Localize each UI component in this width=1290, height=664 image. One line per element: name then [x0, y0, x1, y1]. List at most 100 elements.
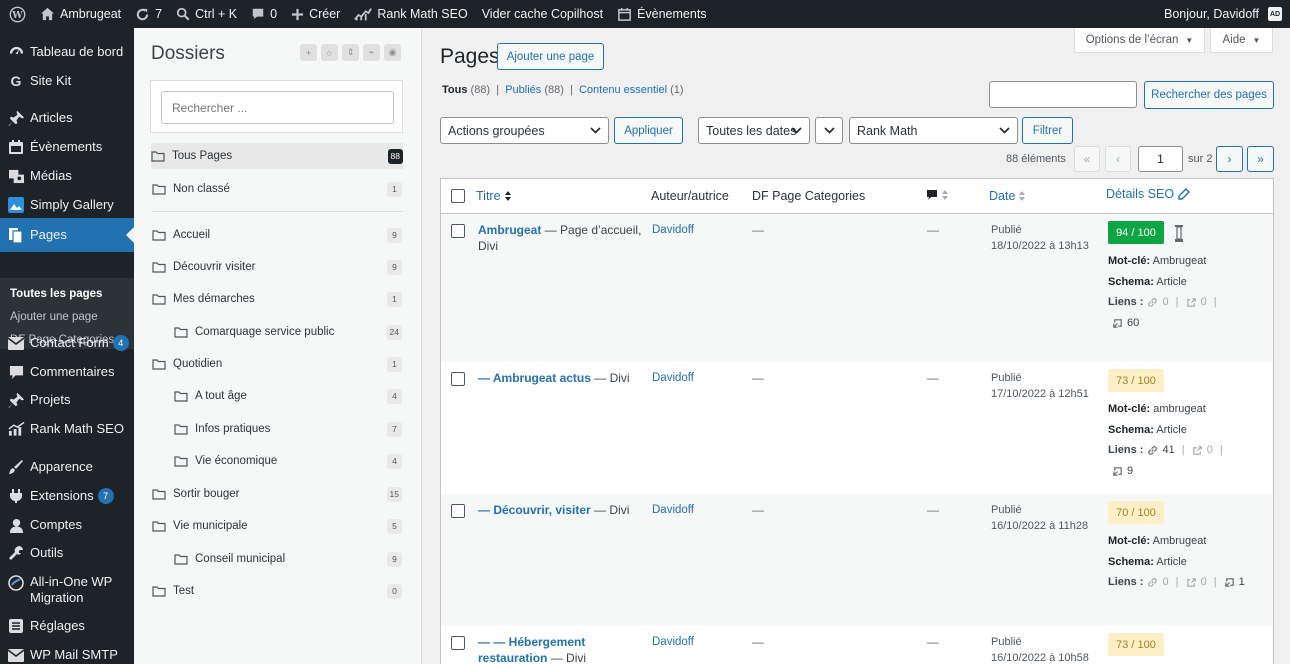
folder-sortir-bouger[interactable]: Sortir bouger 15: [152, 481, 402, 507]
tag-icon[interactable]: ⌁: [363, 44, 380, 61]
menu-item-dashboard[interactable]: Tableau de bord: [0, 43, 134, 61]
menu-item-media[interactable]: Médias: [0, 167, 134, 185]
incoming-link-icon: [1112, 466, 1123, 477]
seo-score-badge[interactable]: 94 / 100: [1108, 221, 1164, 244]
bulk-actions-select[interactable]: Actions groupées: [440, 117, 609, 144]
folder-a-tout-age[interactable]: A tout âge 4: [174, 383, 402, 409]
next-page-button[interactable]: ›: [1216, 146, 1243, 172]
menu-label: Tableau de bord: [30, 44, 124, 59]
folder-all-pages[interactable]: Tous Pages 88: [151, 143, 403, 169]
site-name-link[interactable]: Ambrugeat: [33, 0, 128, 28]
folder-quotidien[interactable]: Quotidien 1: [152, 351, 402, 377]
menu-item-rank-math[interactable]: Rank Math SEO: [0, 420, 134, 438]
row-title-link[interactable]: Ambrugeat: [478, 223, 541, 237]
folders-search-input[interactable]: [161, 91, 394, 124]
menu-item-projects[interactable]: Projets: [0, 391, 134, 409]
row-title-link-line2[interactable]: restauration: [478, 651, 547, 664]
menu-item-pages[interactable]: Pages: [0, 218, 134, 252]
submenu-add-page[interactable]: Ajouter une page: [10, 311, 98, 323]
wordpress-logo[interactable]: W: [0, 0, 33, 28]
column-date[interactable]: Date: [989, 189, 1026, 203]
folder-infos-pratiques[interactable]: Infos pratiques 7: [174, 416, 402, 442]
menu-item-articles[interactable]: Articles: [0, 109, 134, 127]
updates-link[interactable]: 7: [128, 0, 169, 28]
column-comments[interactable]: [926, 189, 948, 201]
filter-essential-count: (1): [670, 84, 684, 96]
row-title-link[interactable]: — Ambrugeat actus: [478, 371, 591, 385]
current-page-input[interactable]: 1: [1138, 146, 1183, 172]
events-link[interactable]: Évènements: [610, 0, 713, 28]
menu-item-events[interactable]: Évènements: [0, 138, 134, 156]
submenu-all-pages[interactable]: Toutes les pages: [10, 288, 102, 300]
search-shortcut[interactable]: Ctrl + K: [169, 0, 244, 28]
folder-vie-economique[interactable]: Vie économique 4: [174, 448, 402, 474]
row-date: Publié 17/10/2022 à 12h51: [991, 370, 1089, 402]
menu-item-settings[interactable]: Réglages: [0, 617, 134, 635]
comments-link[interactable]: 0: [244, 0, 284, 28]
menu-item-tools[interactable]: Outils: [0, 544, 134, 562]
row-checkbox[interactable]: [451, 504, 465, 518]
folder-mes-demarches[interactable]: Mes démarches 1: [152, 286, 402, 312]
dates-select[interactable]: Toutes les dates: [698, 117, 810, 144]
select-all-checkbox[interactable]: [451, 189, 465, 203]
folder-test[interactable]: Test 0: [152, 578, 402, 604]
menu-item-plugins[interactable]: Extensions 7: [0, 487, 134, 505]
site-name: Ambrugeat: [60, 7, 122, 21]
menu-item-comments[interactable]: Commentaires: [0, 363, 134, 381]
sort-icon[interactable]: ⇕: [342, 44, 359, 61]
filter-all[interactable]: Tous: [442, 84, 467, 96]
row-author[interactable]: Davidoff: [652, 634, 694, 650]
row-title-link[interactable]: — Découvrir, visiter: [478, 503, 591, 517]
circle-icon[interactable]: ○: [321, 44, 338, 61]
folder-uncategorized[interactable]: Non classé 1: [152, 176, 402, 202]
folder-conseil-municipal[interactable]: Conseil municipal 9: [174, 546, 402, 572]
folder-decouvrir[interactable]: Découvrir visiter 9: [152, 254, 402, 280]
row-checkbox[interactable]: [451, 224, 465, 238]
menu-item-all-in-one-migration[interactable]: All-in-One WP Migration: [0, 574, 134, 606]
menu-item-users[interactable]: Comptes: [0, 516, 134, 534]
row-title-link[interactable]: — — Hébergement: [478, 635, 585, 649]
menu-item-site-kit[interactable]: G Site Kit: [0, 72, 134, 90]
seo-score-badge[interactable]: 73 / 100: [1108, 369, 1164, 392]
filter-essential[interactable]: Contenu essentiel: [579, 84, 667, 96]
search-pages-button[interactable]: Rechercher des pages: [1144, 81, 1274, 109]
folder-vie-municipale[interactable]: Vie municipale 5: [152, 513, 402, 539]
account-menu[interactable]: Bonjour, Davidoff AD: [1157, 0, 1290, 28]
menu-label: Apparence: [30, 459, 93, 474]
rank-math-select[interactable]: Rank Math: [849, 117, 1018, 144]
help-button[interactable]: Aide ▼: [1210, 28, 1273, 53]
rankmath-link[interactable]: Rank Math SEO: [347, 0, 474, 28]
screen-options-button[interactable]: Options de l’écran ▼: [1074, 28, 1205, 53]
folder-comarquage[interactable]: Comarquage service public 24: [174, 319, 402, 345]
menu-item-contact-form[interactable]: Contact Form 4: [0, 334, 134, 352]
menu-item-appearance[interactable]: Apparence: [0, 458, 134, 476]
apply-button[interactable]: Appliquer: [614, 117, 683, 144]
clear-cache-link[interactable]: Vider cache Copilhost: [475, 0, 610, 28]
last-page-button[interactable]: »: [1247, 146, 1274, 172]
filter-button[interactable]: Filtrer: [1022, 117, 1073, 144]
row-checkbox[interactable]: [451, 372, 465, 386]
column-title[interactable]: Titre: [476, 189, 511, 203]
seo-score-badge[interactable]: 70 / 100: [1108, 501, 1164, 524]
add-folder-icon[interactable]: +: [300, 44, 317, 61]
events-label: Évènements: [637, 7, 707, 21]
menu-item-simply-gallery[interactable]: Simply Gallery: [0, 196, 134, 214]
row-checkbox[interactable]: [451, 636, 465, 650]
pencil-icon[interactable]: [1178, 188, 1191, 200]
new-content-link[interactable]: Créer: [284, 0, 347, 28]
folder-icon: [174, 456, 188, 467]
row-comments: —: [927, 503, 939, 517]
row-author[interactable]: Davidoff: [652, 502, 694, 518]
add-page-button[interactable]: Ajouter une page: [497, 43, 604, 70]
menu-item-wp-mail-smtp[interactable]: WP Mail SMTP: [0, 646, 134, 664]
search-pages-input[interactable]: [989, 81, 1137, 108]
eye-icon[interactable]: ◉: [384, 44, 401, 61]
row-author[interactable]: Davidoff: [652, 370, 694, 386]
category-select[interactable]: [815, 117, 843, 144]
row-author[interactable]: Davidoff: [652, 222, 694, 238]
folder-accueil[interactable]: Accueil 9: [152, 222, 402, 248]
internal-link-icon: [1147, 577, 1158, 588]
column-seo[interactable]: Détails SEO: [1106, 187, 1191, 201]
seo-score-badge[interactable]: 73 / 100: [1108, 633, 1164, 656]
filter-published[interactable]: Publiés: [505, 84, 541, 96]
